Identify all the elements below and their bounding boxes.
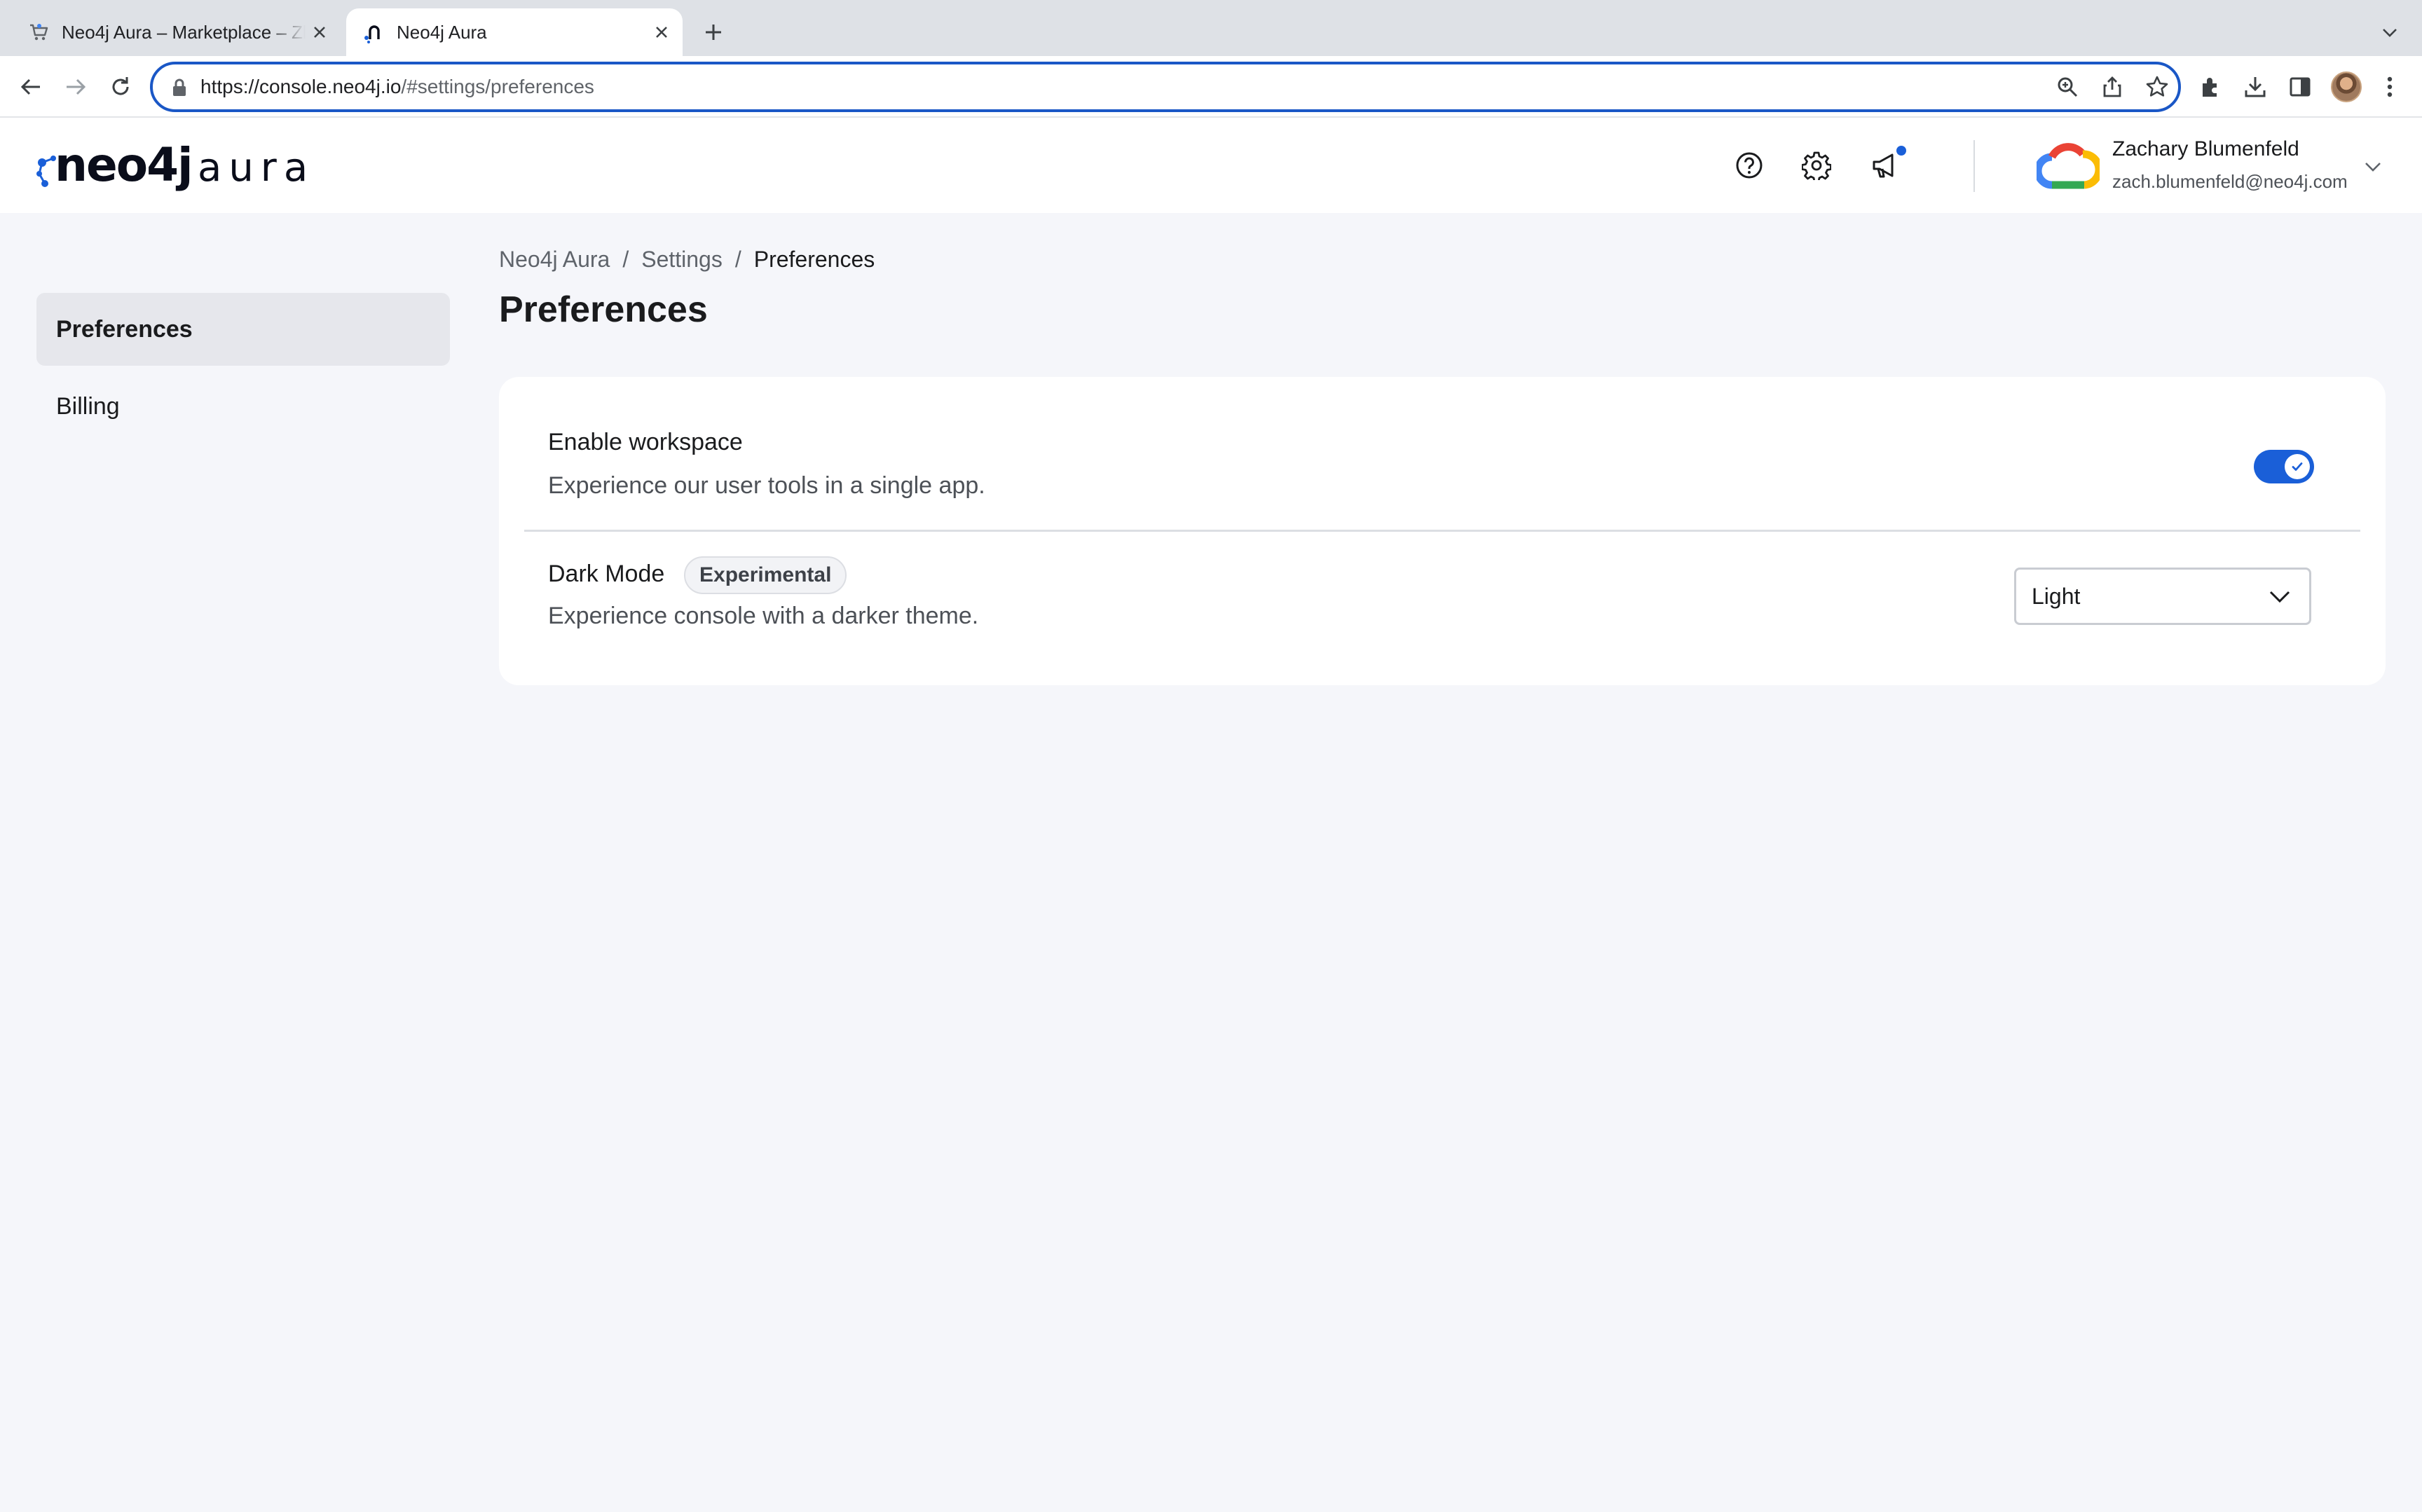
google-cloud-icon bbox=[2037, 139, 2100, 192]
toggle-knob bbox=[2285, 454, 2310, 479]
workspace-title: Enable workspace bbox=[548, 429, 743, 455]
tab-title: Neo4j Aura bbox=[397, 21, 487, 43]
check-icon bbox=[2292, 462, 2303, 471]
kebab-menu-icon[interactable] bbox=[2374, 71, 2405, 102]
reload-icon[interactable] bbox=[104, 70, 137, 104]
neo4j-favicon-icon bbox=[363, 21, 385, 43]
user-name[interactable]: Zachary Blumenfeld bbox=[2112, 137, 2299, 161]
breadcrumb: Neo4j Aura / Settings / Preferences bbox=[499, 247, 875, 273]
experimental-badge: Experimental bbox=[684, 556, 847, 594]
dark-mode-title: Dark Mode bbox=[548, 561, 665, 587]
new-tab-icon[interactable] bbox=[699, 18, 727, 46]
bookmark-star-icon[interactable] bbox=[2144, 74, 2170, 99]
breadcrumb-item-settings[interactable]: Settings bbox=[641, 247, 723, 273]
settings-gear-icon[interactable] bbox=[1798, 147, 1835, 184]
theme-select[interactable]: Light bbox=[2014, 568, 2311, 625]
logo-aura-wordmark: aura bbox=[198, 145, 315, 191]
row-divider bbox=[524, 530, 2360, 532]
app-header: neo4j aura Zachary Blumenfeld zach.blume… bbox=[0, 118, 2422, 213]
address-bar[interactable]: https://console.neo4j.io/#settings/prefe… bbox=[150, 62, 2181, 112]
breadcrumb-separator: / bbox=[622, 247, 629, 272]
tab-title: Neo4j Aura – Marketplace – Zb bbox=[62, 21, 306, 43]
download-icon[interactable] bbox=[2240, 71, 2271, 102]
sidebar-item-preferences[interactable]: Preferences bbox=[36, 293, 450, 366]
breadcrumb-separator: / bbox=[734, 247, 741, 272]
tab-neo4j-aura[interactable]: Neo4j Aura bbox=[346, 8, 683, 56]
workspace-toggle[interactable] bbox=[2254, 450, 2314, 483]
zoom-icon[interactable] bbox=[2055, 74, 2080, 99]
logo-wordmark: neo4j bbox=[55, 138, 193, 192]
share-icon[interactable] bbox=[2100, 74, 2125, 99]
breadcrumb-item-preferences: Preferences bbox=[753, 247, 875, 272]
forward-icon[interactable] bbox=[59, 70, 93, 104]
user-email[interactable]: zach.blumenfeld@neo4j.com bbox=[2112, 171, 2348, 193]
url-text: https://console.neo4j.io/#settings/prefe… bbox=[200, 76, 594, 97]
close-tab-icon[interactable] bbox=[648, 18, 676, 46]
page-title: Preferences bbox=[499, 289, 708, 330]
dark-mode-description: Experience console with a darker theme. bbox=[548, 603, 979, 629]
chevron-down-icon bbox=[2267, 584, 2292, 609]
cart-icon bbox=[28, 21, 50, 43]
extensions-icon[interactable] bbox=[2195, 71, 2226, 102]
lock-icon[interactable] bbox=[171, 78, 188, 97]
side-panel-icon[interactable] bbox=[2285, 71, 2315, 102]
header-divider bbox=[1973, 140, 1975, 192]
chevron-down-icon[interactable] bbox=[2360, 154, 2386, 179]
workspace-description: Experience our user tools in a single ap… bbox=[548, 472, 985, 499]
back-icon[interactable] bbox=[14, 70, 48, 104]
profile-avatar[interactable] bbox=[2331, 71, 2362, 102]
preferences-card: Enable workspace Experience our user too… bbox=[499, 377, 2386, 685]
chevron-down-icon[interactable] bbox=[2376, 18, 2404, 46]
close-tab-icon[interactable] bbox=[306, 18, 334, 46]
theme-select-value: Light bbox=[2032, 584, 2081, 609]
sidebar-item-billing[interactable]: Billing bbox=[36, 370, 450, 443]
notification-dot bbox=[1896, 146, 1906, 156]
neo4j-aura-logo[interactable]: neo4j aura bbox=[35, 138, 308, 195]
help-icon[interactable] bbox=[1731, 147, 1767, 184]
browser-toolbar: https://console.neo4j.io/#settings/prefe… bbox=[0, 56, 2422, 118]
tab-marketplace[interactable]: Neo4j Aura – Marketplace – Zb bbox=[11, 8, 341, 56]
browser-tabstrip: Neo4j Aura – Marketplace – Zb Neo4j Aura bbox=[0, 0, 2422, 56]
breadcrumb-item-aura[interactable]: Neo4j Aura bbox=[499, 247, 610, 273]
